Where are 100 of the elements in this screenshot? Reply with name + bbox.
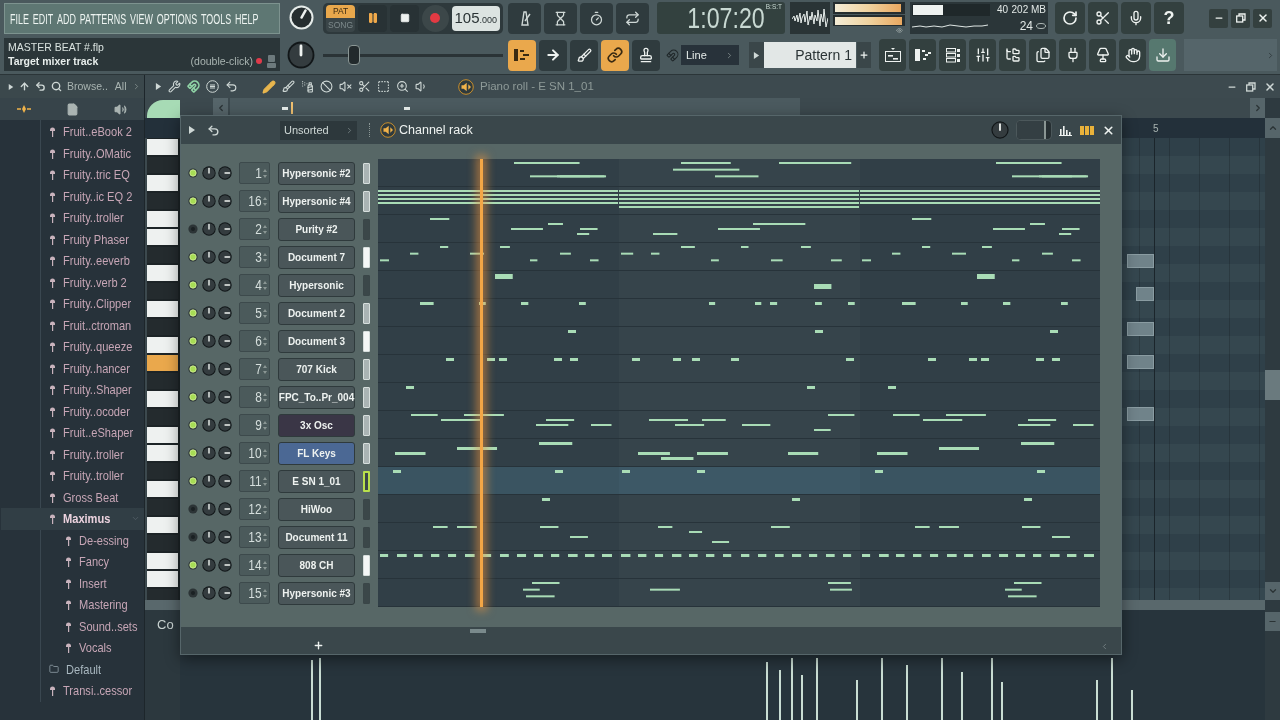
toolbar-button[interactable] bbox=[544, 2, 577, 34]
stop-button[interactable] bbox=[390, 4, 420, 32]
mixer-track-field[interactable]: 6 bbox=[239, 330, 270, 352]
microphone-button[interactable] bbox=[1121, 2, 1151, 35]
browser-item[interactable]: Fruit..eBook 2 bbox=[1, 121, 144, 143]
pan-knob[interactable] bbox=[202, 390, 216, 404]
channel-led[interactable] bbox=[188, 280, 198, 290]
browser-item[interactable]: Mastering bbox=[1, 594, 144, 616]
channel-led[interactable] bbox=[188, 336, 198, 346]
pan-knob[interactable] bbox=[202, 558, 216, 572]
browser-item[interactable]: Fruity..tric EQ bbox=[1, 164, 144, 186]
toolbar-button[interactable] bbox=[580, 2, 613, 34]
browser-item[interactable]: Default bbox=[1, 658, 144, 680]
menu-item[interactable]: OPTIONS bbox=[156, 11, 198, 26]
menu-item[interactable]: EDIT bbox=[32, 11, 54, 26]
browser-item[interactable]: Fruity..Shaper bbox=[1, 379, 144, 401]
channel-led[interactable] bbox=[188, 560, 198, 570]
pan-knob[interactable] bbox=[202, 334, 216, 348]
mixer-track-field[interactable]: 9 bbox=[239, 414, 270, 436]
menu-item[interactable]: FILE bbox=[10, 11, 29, 26]
pan-knob[interactable] bbox=[202, 418, 216, 432]
volume-knob[interactable] bbox=[218, 390, 232, 404]
browser-item[interactable]: Fruity..eeverb bbox=[1, 250, 144, 272]
view-button[interactable] bbox=[1119, 39, 1146, 72]
pan-knob[interactable] bbox=[202, 474, 216, 488]
pause-button[interactable] bbox=[358, 4, 388, 32]
pan-knob[interactable] bbox=[202, 166, 216, 180]
menu-item[interactable]: VIEW bbox=[130, 11, 153, 26]
mixer-track-field[interactable]: 4 bbox=[239, 274, 270, 296]
zoom-icon[interactable] bbox=[396, 80, 409, 93]
mixer-track-field[interactable]: 13 bbox=[239, 526, 270, 548]
help-button[interactable]: ? bbox=[1154, 2, 1184, 35]
view-button[interactable] bbox=[1149, 39, 1176, 72]
volume-knob[interactable] bbox=[218, 446, 232, 460]
mixer-track-field[interactable]: 8 bbox=[239, 386, 270, 408]
browser-item[interactable]: Fruity..troller bbox=[1, 443, 144, 465]
undo-icon[interactable] bbox=[207, 123, 220, 137]
volume-knob[interactable] bbox=[218, 166, 232, 180]
tool-button[interactable] bbox=[632, 39, 660, 71]
view-button[interactable] bbox=[1059, 39, 1086, 72]
slider-thumb[interactable] bbox=[348, 45, 361, 66]
volume-knob[interactable] bbox=[218, 502, 232, 516]
browser-item[interactable]: Fruity..troller bbox=[1, 465, 144, 487]
scissors-icon[interactable] bbox=[358, 80, 371, 93]
browser-item[interactable]: Fruity..hancer bbox=[1, 357, 144, 379]
volume-knob[interactable] bbox=[218, 278, 232, 292]
wrench-icon[interactable] bbox=[168, 80, 181, 93]
pitch-slider[interactable] bbox=[323, 44, 503, 67]
mute-icon[interactable] bbox=[339, 80, 352, 93]
scrollbar-thumb[interactable] bbox=[1265, 370, 1280, 400]
browser-item[interactable]: Vocals bbox=[1, 637, 144, 659]
toolbar-button[interactable] bbox=[508, 2, 541, 34]
channel-led[interactable] bbox=[188, 196, 198, 206]
browser-item[interactable]: Fruit..ctroman bbox=[1, 314, 144, 336]
master-pitch-knob[interactable] bbox=[287, 40, 315, 69]
browser-item[interactable]: De-essing bbox=[1, 529, 144, 551]
browser-item[interactable]: Gross Beat bbox=[1, 486, 144, 508]
pan-knob[interactable] bbox=[202, 306, 216, 320]
view-button[interactable] bbox=[969, 39, 996, 72]
channel-led[interactable] bbox=[188, 168, 198, 178]
channel-name-button[interactable]: Document 7 bbox=[278, 245, 355, 269]
mixer-track-field[interactable]: 14 bbox=[239, 554, 270, 576]
mixer-track-field[interactable]: 12 bbox=[239, 498, 270, 520]
channel-led[interactable] bbox=[188, 420, 198, 430]
channel-name-button[interactable]: Hypersonic #4 bbox=[278, 189, 355, 213]
pan-knob[interactable] bbox=[202, 530, 216, 544]
master-volume-knob[interactable] bbox=[288, 5, 314, 31]
menu-item[interactable]: HELP bbox=[235, 11, 259, 26]
menu-item[interactable]: PATTERNS bbox=[79, 11, 127, 26]
channel-led[interactable] bbox=[188, 364, 198, 374]
channel-led[interactable] bbox=[188, 392, 198, 402]
view-button[interactable] bbox=[939, 39, 966, 72]
mixer-track-field[interactable]: 16 bbox=[239, 190, 270, 212]
menu-item[interactable]: TOOLS bbox=[201, 11, 232, 26]
mixer-track-field[interactable]: 15 bbox=[239, 582, 270, 604]
filter-dropdown[interactable]: Unsorted bbox=[280, 120, 357, 140]
pan-knob[interactable] bbox=[202, 194, 216, 208]
channel-name-button[interactable]: 808 CH bbox=[278, 553, 355, 577]
channel-name-button[interactable]: Hypersonic #3 bbox=[278, 581, 355, 605]
close-icon[interactable] bbox=[1102, 123, 1115, 137]
volume-knob[interactable] bbox=[218, 474, 232, 488]
volume-knob[interactable] bbox=[218, 334, 232, 348]
restore-button[interactable] bbox=[1231, 8, 1250, 28]
triangle-right-icon[interactable] bbox=[188, 126, 196, 134]
volume-knob[interactable] bbox=[218, 362, 232, 376]
channel-led[interactable] bbox=[188, 308, 198, 318]
refresh-button[interactable] bbox=[1055, 2, 1085, 35]
channel-name-button[interactable]: Hypersonic bbox=[278, 273, 355, 297]
view-button[interactable] bbox=[879, 39, 906, 72]
browser-item[interactable]: Fancy bbox=[1, 551, 144, 573]
channel-led[interactable] bbox=[188, 252, 198, 262]
restore-button[interactable] bbox=[1244, 80, 1257, 93]
browser-item[interactable]: Maximus bbox=[1, 508, 144, 530]
browser-item[interactable]: Fruity..queeze bbox=[1, 336, 144, 358]
pan-knob[interactable] bbox=[202, 250, 216, 264]
browser-item[interactable]: Fruity..ic EQ 2 bbox=[1, 185, 144, 207]
channel-name-button[interactable]: Document 3 bbox=[278, 329, 355, 353]
spray-can-icon[interactable] bbox=[301, 80, 314, 93]
channel-name-button[interactable]: Hypersonic #2 bbox=[278, 161, 355, 185]
scrollbar-thumb[interactable] bbox=[470, 628, 486, 633]
